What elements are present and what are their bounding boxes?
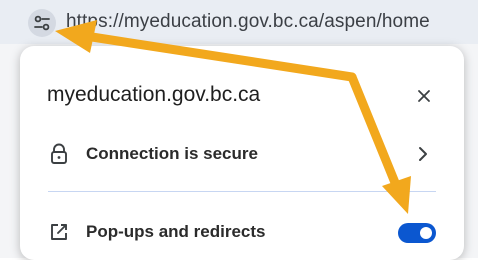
- url-text[interactable]: https://myeducation.gov.bc.ca/aspen/home: [66, 10, 430, 34]
- section-divider: [48, 191, 436, 192]
- site-info-button[interactable]: [28, 9, 56, 37]
- tune-icon: [34, 15, 50, 31]
- connection-label: Connection is secure: [86, 144, 258, 163]
- address-bar: https://myeducation.gov.bc.ca/aspen/home: [0, 0, 478, 44]
- popups-redirects-toggle[interactable]: [398, 223, 436, 243]
- popups-redirects-label: Pop-ups and redirects: [86, 222, 266, 241]
- close-icon: [418, 90, 430, 102]
- site-info-popup: myeducation.gov.bc.ca Connection is secu…: [20, 46, 464, 260]
- popups-redirects-row[interactable]: Pop-ups and redirects: [20, 212, 464, 252]
- connection-security-row[interactable]: Connection is secure: [20, 134, 464, 174]
- chevron-right-icon: [419, 147, 427, 161]
- close-button[interactable]: [412, 84, 436, 108]
- popup-title: myeducation.gov.bc.ca: [47, 83, 261, 106]
- toggle-knob: [420, 227, 432, 239]
- open-in-new-icon: [48, 221, 70, 243]
- lock-icon: [48, 143, 70, 165]
